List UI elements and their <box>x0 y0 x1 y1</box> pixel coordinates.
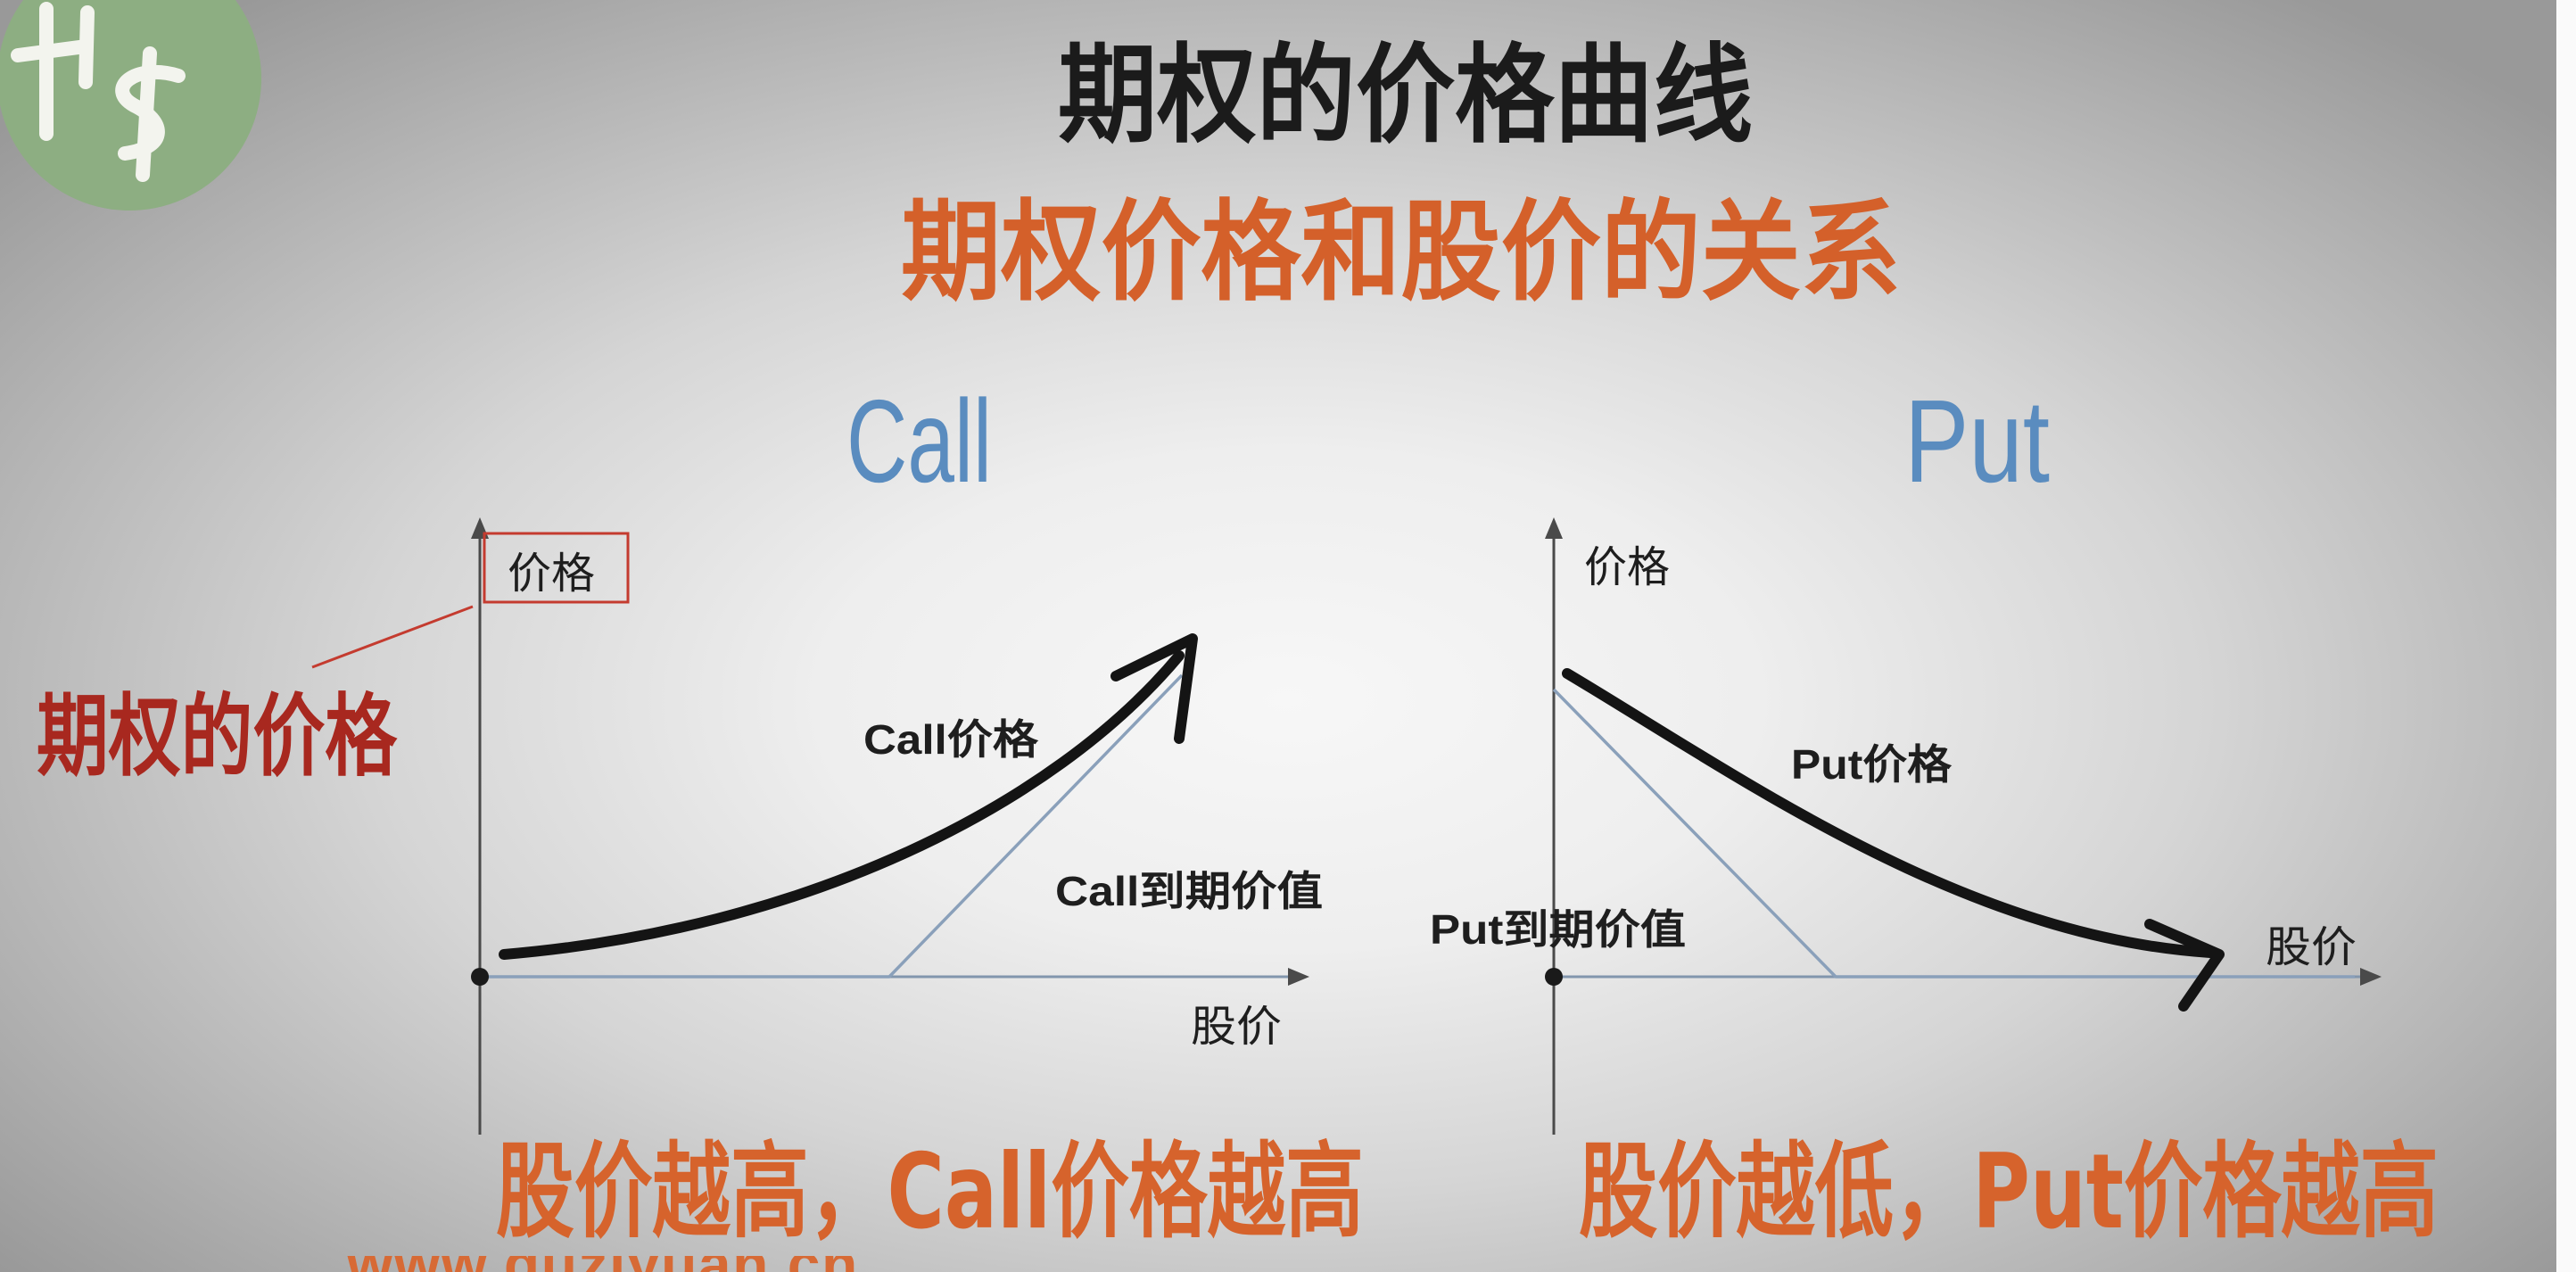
slide-canvas: 期权的价格曲线 期权价格和股价的关系 Call 价格 期权的价格 股价 Call… <box>0 0 2576 1272</box>
call-x-axis-arrow <box>1288 968 1309 986</box>
slide: 期权的价格曲线 期权价格和股价的关系 Call 价格 期权的价格 股价 Call… <box>0 0 2576 1272</box>
call-price-curve-label: Call价格 <box>863 716 1039 763</box>
call-y-axis-arrow <box>471 517 489 539</box>
option-price-callout: 期权的价格 <box>37 684 398 789</box>
slide-subtitle: 期权价格和股价的关系 <box>901 189 1901 316</box>
call-x-axis-label: 股价 <box>1191 1002 1282 1052</box>
logo-stroke <box>136 46 157 182</box>
logo-stroke <box>78 5 95 89</box>
call-conclusion: 股价越高，Call价格越高 <box>496 1132 1364 1252</box>
option-price-callout-line <box>311 605 474 669</box>
put-conclusion: 股价越低，Put价格越高 <box>1579 1132 2439 1252</box>
call-expiry-value-label: Call到期价值 <box>1055 868 1323 914</box>
put-price-curve-label: Put价格 <box>1791 741 1953 788</box>
put-y-axis-label: 价格 <box>1584 542 1670 592</box>
call-heading: Call <box>846 376 992 507</box>
put-expiry-value-label: Put到期价值 <box>1430 906 1686 953</box>
put-y-axis-arrow <box>1545 517 1563 539</box>
put-chart: Put 价格 股价 Put价格 Put到期价值 股价越低，Put价格越高 <box>1430 376 2439 1252</box>
slide-title: 期权的价格曲线 <box>1058 34 1753 158</box>
right-edge-strip <box>2556 0 2576 1272</box>
put-heading: Put <box>1904 376 2050 507</box>
put-x-axis-arrow <box>2360 968 2382 986</box>
call-expiry-value-line <box>480 673 1184 979</box>
call-origin-dot <box>471 968 489 986</box>
site-watermark: www.guziyuan.cn <box>347 1256 882 1272</box>
call-chart: Call 价格 期权的价格 股价 Call价格 Call到期价值 股价越高，Ca… <box>37 376 1364 1252</box>
put-x-axis-label: 股价 <box>2266 922 2357 972</box>
call-y-axis-label: 价格 <box>508 549 595 599</box>
logo-stroke <box>11 39 93 62</box>
put-origin-dot <box>1545 968 1563 986</box>
logo-badge <box>0 0 262 211</box>
put-price-curve-arrowhead <box>2144 919 2225 1012</box>
